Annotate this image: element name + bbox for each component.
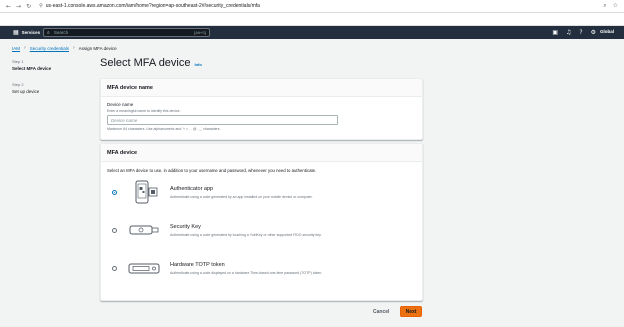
- option-description: Authenticate using a code generated by a…: [170, 195, 313, 199]
- cancel-button[interactable]: Cancel: [373, 309, 389, 315]
- option-description: Authenticate using a code displayed on a…: [170, 271, 323, 275]
- option-hardware-totp[interactable]: Hardware TOTP token Authenticate using a…: [101, 256, 422, 286]
- breadcrumb-security-credentials[interactable]: Security credentials: [30, 46, 69, 51]
- step-1: Step 1 Select MFA device: [12, 59, 51, 71]
- radio-hardware-totp[interactable]: [112, 266, 117, 271]
- mfa-intro-text: Select an MFA device to use, in addition…: [107, 168, 317, 173]
- option-security-key[interactable]: Security Key Authenticate using a code g…: [101, 218, 422, 248]
- reload-icon[interactable]: ↻: [26, 3, 31, 10]
- device-name-input[interactable]: [107, 115, 338, 125]
- step-number: Step 2: [12, 82, 24, 87]
- option-title: Hardware TOTP token: [170, 262, 225, 268]
- step-2: Step 2 Set up device: [12, 82, 51, 94]
- services-menu[interactable]: Services: [22, 30, 41, 35]
- bookmark-star-icon[interactable]: ☆: [613, 2, 618, 10]
- browser-nav-buttons: ← → ↻: [6, 3, 31, 10]
- settings-gear-icon[interactable]: ⚙: [591, 29, 596, 36]
- info-link[interactable]: Info: [195, 62, 202, 67]
- step-number: Step 1: [12, 59, 24, 64]
- browser-address-bar: ← → ↻ ⚲ us-east-1.console.aws.amazon.com…: [0, 0, 624, 13]
- device-name-constraint: Maximum 64 characters. Use alphanumeric …: [107, 127, 221, 131]
- url-field[interactable]: ⚲ us-east-1.console.aws.amazon.com/iam/h…: [39, 3, 260, 9]
- wizard-steps: Step 1 Select MFA device Step 2 Set up d…: [12, 59, 51, 105]
- option-title: Authenticator app: [170, 186, 214, 192]
- page-header: Select MFA device Info: [100, 57, 202, 69]
- hardware-token-icon: [128, 263, 160, 274]
- page-title: Select MFA device: [100, 57, 191, 69]
- panel-header: MFA device name: [101, 79, 422, 97]
- breadcrumb: IAM › Security credentials › Assign MFA …: [12, 45, 117, 51]
- breadcrumb-iam[interactable]: IAM: [12, 46, 20, 51]
- device-name-panel: MFA device name Device name Enter a mean…: [100, 78, 423, 140]
- forward-arrow-icon[interactable]: →: [16, 3, 21, 10]
- option-title: Security Key: [170, 224, 201, 230]
- global-search[interactable]: ⌕ Search [Alt+S]: [43, 28, 210, 37]
- zoom-icon[interactable]: ⌕: [603, 2, 606, 10]
- site-info-icon[interactable]: ⚲: [39, 3, 43, 9]
- security-key-icon: [129, 225, 159, 235]
- next-button[interactable]: Next: [400, 306, 422, 317]
- phone-qr-icon: [135, 180, 158, 204]
- option-description: Authenticate using a code generated by t…: [170, 233, 322, 237]
- search-icon: ⌕: [47, 29, 50, 36]
- mfa-device-panel: MFA device Select an MFA device to use, …: [100, 143, 423, 301]
- radio-security-key[interactable]: [112, 228, 117, 233]
- device-name-description: Enter a meaningful name to identify this…: [107, 109, 181, 113]
- region-selector[interactable]: Global: [600, 29, 614, 34]
- browser-actions: ⌕ ☆: [603, 2, 618, 10]
- device-name-label: Device name: [107, 102, 134, 107]
- cloudshell-icon[interactable]: ▣: [552, 29, 558, 36]
- search-placeholder: Search: [53, 30, 69, 35]
- option-authenticator-app[interactable]: Authenticator app Authenticate using a c…: [101, 180, 422, 210]
- notifications-bell-icon[interactable]: ♫: [566, 29, 571, 36]
- chevron-right-icon: ›: [72, 45, 75, 51]
- nav-utility-icons: ▣ ♫ ? ⚙: [552, 29, 596, 36]
- bookmarks-bar: [0, 13, 624, 26]
- services-grid-icon[interactable]: ▦: [13, 29, 19, 36]
- aws-top-navigation: ▦ Services ⌕ Search [Alt+S] ▣ ♫ ? ⚙ Glob…: [0, 26, 624, 39]
- breadcrumb-current: Assign MFA device: [78, 45, 117, 51]
- help-icon[interactable]: ?: [579, 29, 582, 36]
- chevron-right-icon: ›: [24, 45, 26, 51]
- search-shortcut: [Alt+S]: [194, 30, 206, 35]
- back-arrow-icon[interactable]: ←: [6, 3, 11, 10]
- panel-header: MFA device: [101, 144, 422, 162]
- url-text: us-east-1.console.aws.amazon.com/iam/hom…: [45, 3, 260, 9]
- radio-authenticator-app[interactable]: [112, 190, 117, 195]
- step-name: Select MFA device: [12, 66, 52, 71]
- step-name: Set up device: [12, 89, 40, 94]
